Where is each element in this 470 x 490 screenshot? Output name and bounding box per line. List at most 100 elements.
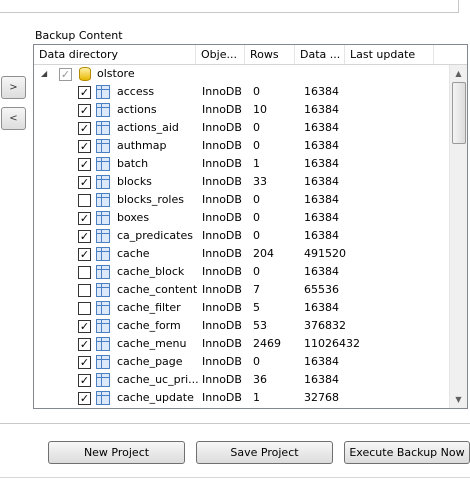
table-checkbox[interactable]: ✓	[78, 122, 91, 135]
top-panel	[0, 0, 459, 13]
table-name: access	[117, 85, 155, 98]
table-checkbox[interactable]	[78, 266, 91, 279]
table-row-count: 10	[253, 103, 267, 116]
vertical-scrollbar[interactable]: ▲ ▼	[449, 65, 467, 408]
table-row[interactable]: ✓ actions InnoDB 10 16384	[34, 101, 449, 119]
table-row[interactable]: ✓ actions_aid InnoDB 0 16384	[34, 119, 449, 137]
new-project-button[interactable]: New Project	[48, 441, 185, 464]
table-name: cache_form	[117, 319, 181, 332]
table-engine: InnoDB	[202, 229, 242, 242]
table-row[interactable]: cache_content InnoDB 7 65536	[34, 281, 449, 299]
column-data-directory[interactable]: Data directory	[34, 45, 196, 64]
table-icon	[96, 175, 110, 189]
table-checkbox[interactable]: ✓	[78, 104, 91, 117]
table-row[interactable]: ✓ ca_predicates InnoDB 0 16384	[34, 227, 449, 245]
table-checkbox[interactable]	[78, 302, 91, 315]
tree-rows: ◢ ✓ olstore ✓ access InnoDB 0 16384 ✓ actions I…	[34, 65, 449, 407]
table-row[interactable]: ✓ blocks InnoDB 33 16384	[34, 173, 449, 191]
table-name: boxes	[117, 211, 150, 224]
table-row-count: 0	[253, 85, 260, 98]
expand-arrow-icon[interactable]: ◢	[41, 65, 47, 83]
table-data-length: 16384	[304, 175, 339, 188]
table-engine: InnoDB	[202, 103, 242, 116]
table-checkbox[interactable]	[78, 284, 91, 297]
tree-root-row[interactable]: ◢ ✓ olstore	[34, 65, 449, 83]
table-row-count: 204	[253, 247, 274, 260]
table-checkbox[interactable]: ✓	[78, 176, 91, 189]
table-data-length: 11026432	[304, 337, 360, 350]
table-checkbox[interactable]: ✓	[78, 230, 91, 243]
table-icon	[96, 301, 110, 315]
table-row[interactable]: ✓ cache_uc_pri... InnoDB 36 16384	[34, 371, 449, 389]
table-engine: InnoDB	[202, 373, 242, 386]
backup-content-tree[interactable]: Data directory Obje... Rows Data ... Las…	[33, 44, 468, 409]
table-checkbox[interactable]: ✓	[78, 212, 91, 225]
table-engine: InnoDB	[202, 121, 242, 134]
root-checkbox[interactable]: ✓	[59, 68, 72, 81]
column-rows[interactable]: Rows	[245, 45, 295, 64]
table-row[interactable]: ✓ access InnoDB 0 16384	[34, 83, 449, 101]
status-divider	[0, 477, 470, 478]
table-checkbox[interactable]: ✓	[78, 86, 91, 99]
column-object[interactable]: Obje...	[196, 45, 245, 64]
table-icon	[96, 229, 110, 243]
table-row[interactable]: ✓ cache_page InnoDB 0 16384	[34, 353, 449, 371]
table-checkbox[interactable]: ✓	[78, 374, 91, 387]
table-checkbox[interactable]: ✓	[78, 140, 91, 153]
table-name: cache	[117, 247, 150, 260]
table-checkbox[interactable]: ✓	[78, 248, 91, 261]
table-engine: InnoDB	[202, 265, 242, 278]
table-row[interactable]: ✓ authmap InnoDB 0 16384	[34, 137, 449, 155]
table-icon	[96, 103, 110, 117]
table-icon	[96, 121, 110, 135]
scroll-up-icon[interactable]: ▲	[450, 65, 467, 82]
table-name: actions	[117, 103, 157, 116]
table-data-length: 32768	[304, 391, 339, 404]
chevron-left-icon: <	[9, 113, 18, 124]
table-row[interactable]: cache_filter InnoDB 5 16384	[34, 299, 449, 317]
table-engine: InnoDB	[202, 301, 242, 314]
scroll-thumb[interactable]	[452, 82, 466, 144]
save-project-button[interactable]: Save Project	[196, 441, 333, 464]
table-row-count: 33	[253, 175, 267, 188]
column-last-update[interactable]: Last update	[345, 45, 434, 64]
table-name: actions_aid	[117, 121, 179, 134]
table-row[interactable]: ✓ cache_form InnoDB 53 376832	[34, 317, 449, 335]
table-checkbox[interactable]: ✓	[78, 392, 91, 405]
move-left-button[interactable]: <	[1, 107, 26, 130]
table-checkbox[interactable]: ✓	[78, 356, 91, 369]
table-name: batch	[117, 157, 149, 170]
table-icon	[96, 355, 110, 369]
table-icon	[96, 337, 110, 351]
table-checkbox[interactable]: ✓	[78, 158, 91, 171]
table-row[interactable]: ✓ cache_menu InnoDB 2469 11026432	[34, 335, 449, 353]
table-engine: InnoDB	[202, 157, 242, 170]
table-data-length: 16384	[304, 229, 339, 242]
table-icon	[96, 193, 110, 207]
table-checkbox[interactable]: ✓	[78, 338, 91, 351]
table-data-length: 16384	[304, 193, 339, 206]
table-engine: InnoDB	[202, 391, 242, 404]
table-row-count: 1	[253, 157, 260, 170]
table-icon	[96, 211, 110, 225]
table-row[interactable]: blocks_roles InnoDB 0 16384	[34, 191, 449, 209]
table-row[interactable]: cache_block InnoDB 0 16384	[34, 263, 449, 281]
table-name: cache_content	[117, 283, 198, 296]
table-row-count: 0	[253, 355, 260, 368]
table-checkbox[interactable]	[78, 194, 91, 207]
table-row-count: 0	[253, 121, 260, 134]
table-checkbox[interactable]: ✓	[78, 320, 91, 333]
scroll-down-icon[interactable]: ▼	[450, 391, 467, 408]
table-row-count: 36	[253, 373, 267, 386]
execute-backup-button[interactable]: Execute Backup Now	[344, 441, 470, 464]
table-row[interactable]: ✓ batch InnoDB 1 16384	[34, 155, 449, 173]
table-row[interactable]: ✓ cache_update InnoDB 1 32768	[34, 389, 449, 407]
table-row[interactable]: ✓ cache InnoDB 204 491520	[34, 245, 449, 263]
table-row-count: 0	[253, 139, 260, 152]
column-data-length[interactable]: Data ...	[295, 45, 345, 64]
move-right-button[interactable]: >	[1, 76, 26, 99]
table-engine: InnoDB	[202, 319, 242, 332]
table-row[interactable]: ✓ boxes InnoDB 0 16384	[34, 209, 449, 227]
table-name: cache_filter	[117, 301, 181, 314]
table-icon	[96, 85, 110, 99]
